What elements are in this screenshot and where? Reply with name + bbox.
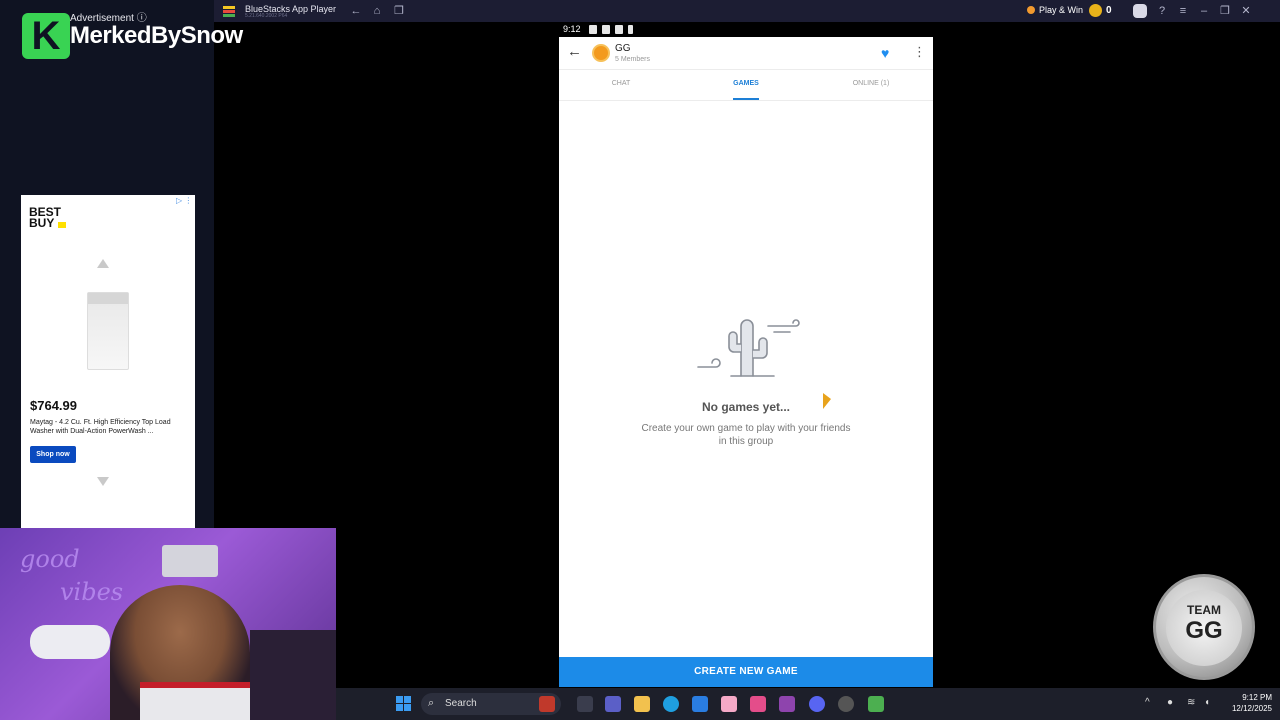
taskbar-time[interactable]: 9:12 PM (1222, 693, 1272, 702)
tab-divider (559, 100, 933, 101)
play-win-label: Play & Win (1039, 5, 1084, 15)
taskbar-search-label: Search (445, 698, 477, 709)
ad-price: $764.99 (30, 398, 77, 413)
webcam-microphone (30, 625, 110, 659)
copilot-icon[interactable] (750, 696, 766, 712)
restore-icon[interactable]: ❐ (1219, 5, 1231, 17)
coin-count: 0 (1106, 5, 1112, 16)
coin-icon (1089, 4, 1102, 17)
channel-logo-letter: K (31, 14, 61, 58)
tray-overflow-icon[interactable]: ^ (1145, 697, 1150, 708)
teams-icon[interactable] (605, 696, 621, 712)
heart-icon[interactable]: ♥ (881, 45, 889, 61)
task-view-icon[interactable] (577, 696, 593, 712)
home-icon[interactable]: ⌂ (371, 5, 383, 17)
carousel-up-arrow-icon[interactable] (97, 259, 109, 268)
badge-gg-text: GG (1185, 617, 1223, 644)
webcam-shirt (140, 682, 250, 720)
tab-online[interactable]: ONLINE (1) (845, 80, 897, 87)
play-win-button[interactable]: Play & Win (1027, 5, 1083, 15)
mouse-cursor-icon (823, 393, 831, 409)
shop-now-button[interactable]: Shop now (30, 446, 76, 463)
status-notification-icon-2 (602, 25, 610, 34)
best-buy-tag-icon (58, 222, 66, 228)
create-new-game-button[interactable]: CREATE NEW GAME (559, 657, 933, 687)
play-win-icon (1027, 6, 1035, 14)
wifi-icon[interactable]: ≋ (1187, 697, 1195, 708)
status-time: 9:12 (563, 24, 581, 34)
group-name[interactable]: GG (615, 43, 631, 54)
discord-icon[interactable] (809, 696, 825, 712)
badge-team-text: TEAM (1187, 603, 1221, 617)
channel-name: MerkedBySnow (70, 22, 243, 49)
group-members-count: 5 Members (615, 56, 651, 63)
windows-start-icon[interactable] (396, 696, 412, 712)
app-version: 5.21.640.2002 P64 (245, 13, 288, 19)
search-icon: ⌕ (428, 697, 435, 709)
obs-icon[interactable] (838, 696, 854, 712)
christmas-widget-icon[interactable] (539, 696, 555, 712)
empty-state-subtitle: Create your own game to play with your f… (641, 423, 851, 447)
taskbar-date[interactable]: 12/12/2025 (1222, 704, 1272, 713)
ad-description: Maytag - 4.2 Cu. Ft. High Efficiency Top… (30, 419, 171, 435)
minimize-icon[interactable]: – (1198, 5, 1210, 17)
microphone-icon[interactable]: ● (1167, 697, 1173, 708)
volume-icon[interactable]: ◖ (1204, 697, 1210, 708)
bluestacks-logo-icon (223, 6, 235, 17)
help-icon[interactable]: ? (1156, 5, 1168, 17)
bluestacks-taskbar-icon[interactable] (868, 696, 884, 712)
webcam-chair (250, 630, 336, 720)
group-avatar[interactable] (592, 44, 610, 62)
carousel-down-arrow-icon[interactable] (97, 477, 109, 486)
cactus-empty-state-icon (697, 319, 800, 377)
tab-chat[interactable]: CHAT (600, 80, 642, 87)
file-explorer-icon[interactable] (634, 696, 650, 712)
status-notification-icon (589, 25, 597, 34)
menu-icon[interactable]: ≡ (1177, 5, 1189, 17)
battery-icon (628, 25, 633, 34)
account-avatar[interactable] (1133, 4, 1147, 18)
tab-games[interactable]: GAMES (725, 80, 767, 87)
more-vertical-icon[interactable]: ⋮ (913, 44, 926, 60)
status-notification-icon-3 (615, 25, 623, 34)
close-icon[interactable]: ✕ (1240, 5, 1252, 17)
app-icon-pink[interactable] (721, 696, 737, 712)
store-icon[interactable] (692, 696, 708, 712)
back-arrow-icon[interactable]: ← (567, 43, 582, 60)
best-buy-logo: BEST BUY (29, 206, 61, 230)
webcam-air-conditioner (162, 545, 218, 577)
ad-choices-icon[interactable]: ▷ ⋮ (176, 196, 192, 205)
neon-sign-text: good (20, 545, 80, 573)
recent-apps-icon[interactable]: ❐ (393, 5, 405, 17)
neon-sign-text-2: vibes (60, 578, 124, 606)
nav-back-icon[interactable]: ← (350, 5, 362, 17)
empty-state-title: No games yet... (701, 400, 791, 414)
app-icon-purple[interactable] (779, 696, 795, 712)
edge-icon[interactable] (663, 696, 679, 712)
washer-control-panel (88, 293, 128, 304)
best-buy-logo-line2: BUY (29, 216, 55, 230)
